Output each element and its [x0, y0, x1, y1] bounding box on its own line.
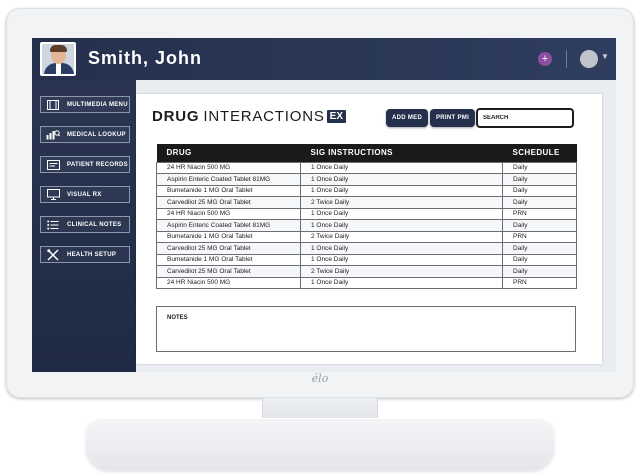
notes-label: NOTES — [167, 315, 188, 321]
medication-table-grid: DRUG SIG INSTRUCTIONS SCHEDULE 24 HR Nia… — [156, 144, 577, 289]
column-header-schedule[interactable]: SCHEDULE — [502, 144, 577, 162]
table-row[interactable]: Carvedilot 25 MG Oral Tablet 1 Once Daily… — [156, 242, 577, 255]
table-row[interactable]: 24 HR Niacin 500 MG 1 Once Daily PRN — [156, 207, 577, 220]
sidebar-item-label: CLINICAL NOTES — [67, 221, 122, 228]
schedule-cell: PRN — [502, 276, 577, 289]
table-row[interactable]: Aspirin Enteric Coated Tablet 81MG 1 Once… — [156, 219, 577, 232]
sig-cell: 1 Once Daily — [300, 276, 503, 289]
sidebar-item-visual-rx[interactable]: VISUAL RX — [40, 186, 130, 203]
sig-cell: 1 Once Daily — [300, 253, 503, 266]
list-icon — [45, 217, 61, 232]
sidebar-item-clinical-notes[interactable]: CLINICAL NOTES — [40, 216, 130, 233]
schedule-cell: PRN — [502, 230, 577, 243]
avatar[interactable] — [40, 42, 76, 76]
sig-cell: 1 Once Daily — [300, 173, 503, 186]
sidebar: MULTIMEDIA MENU MEDICAL LOOKUP PATIENT R… — [32, 80, 136, 372]
table-row[interactable]: Aspirin Enteric Coated Tablet 81MG 1 Once… — [156, 173, 577, 186]
drug-interactions-panel: DRUG INTERACTIONS EX ADD MED PRINT PMI D… — [136, 94, 602, 364]
table-row[interactable]: Bumetanide 1 MG Oral Tablet 1 Once Daily D… — [156, 253, 577, 266]
drug-cell: 24 HR Niacin 500 MG — [156, 276, 301, 289]
sig-cell: 1 Once Daily — [300, 242, 503, 255]
avatar-shirt — [56, 63, 61, 74]
add-icon[interactable]: + — [538, 52, 552, 66]
table-row[interactable]: Carvedilot 25 MG Oral Tablet 2 Twice Dail… — [156, 265, 577, 278]
table-row[interactable]: Carvedilot 25 MG Oral Tablet 2 Twice Dail… — [156, 196, 577, 209]
schedule-cell: Daily — [502, 173, 577, 186]
column-header-sig-instructions[interactable]: SIG INSTRUCTIONS — [300, 144, 503, 162]
sig-cell: 2 Twice Daily — [300, 196, 503, 209]
table-row[interactable]: Bumetanide 1 MG Oral Tablet 2 Twice Daily… — [156, 230, 577, 243]
sidebar-item-health-setup[interactable]: HEALTH SETUP — [40, 246, 130, 263]
page-title-bold: DRUG — [152, 108, 200, 125]
add-med-button[interactable]: ADD MED — [386, 109, 429, 127]
sig-cell: 1 Once Daily — [300, 161, 503, 174]
drug-cell: Carvedilot 25 MG Oral Tablet — [156, 265, 301, 278]
monitor-stand-base — [86, 418, 554, 470]
page-title-badge: EX — [326, 110, 346, 123]
drug-cell: Bumetanide 1 MG Oral Tablet — [156, 230, 301, 243]
table-row[interactable]: 24 HR Niacin 500 MG 1 Once Daily Daily — [156, 161, 577, 174]
header-divider — [566, 50, 567, 68]
sidebar-item-label: HEALTH SETUP — [67, 251, 117, 258]
sig-cell: 1 Once Daily — [300, 219, 503, 232]
sidebar-item-patient-records[interactable]: PATIENT RECORDS — [40, 156, 130, 173]
search-input[interactable] — [476, 108, 574, 128]
schedule-cell: Daily — [502, 161, 577, 174]
drug-cell: Aspirin Enteric Coated Tablet 81MG — [156, 219, 301, 232]
table-row[interactable]: Bumetanide 1 MG Oral Tablet 1 Once Daily D… — [156, 184, 577, 197]
table-header-row: DRUG SIG INSTRUCTIONS SCHEDULE — [156, 144, 577, 162]
tools-icon — [45, 247, 61, 262]
table-row[interactable]: 24 HR Niacin 500 MG 1 Once Daily PRN — [156, 276, 577, 289]
drug-cell: 24 HR Niacin 500 MG — [156, 207, 301, 220]
avatar-hair — [50, 45, 67, 52]
schedule-cell: Daily — [502, 242, 577, 255]
sig-cell: 2 Twice Daily — [300, 265, 503, 278]
schedule-cell: Daily — [502, 253, 577, 266]
schedule-cell: Daily — [502, 196, 577, 209]
sig-cell: 2 Twice Daily — [300, 230, 503, 243]
sidebar-item-label: MULTIMEDIA MENU — [67, 101, 128, 108]
monitor-icon — [45, 187, 61, 202]
chevron-down-icon[interactable]: ▼ — [601, 52, 609, 61]
schedule-cell: Daily — [502, 265, 577, 278]
drug-cell: Bumetanide 1 MG Oral Tablet — [156, 253, 301, 266]
video-grid-icon — [45, 97, 61, 112]
page-title: DRUG INTERACTIONS EX — [152, 108, 346, 125]
page-title-light: INTERACTIONS — [203, 108, 325, 125]
sidebar-item-label: MEDICAL LOOKUP — [67, 131, 126, 138]
drug-cell: 24 HR Niacin 500 MG — [156, 161, 301, 174]
user-name: Smith, John — [88, 48, 202, 68]
elo-logo: élo — [311, 372, 329, 385]
screen: Smith, John + ▼ MULTIMEDIA MENU MEDICAL … — [32, 38, 616, 372]
drug-cell: Carvedilot 25 MG Oral Tablet — [156, 242, 301, 255]
profile-menu-icon[interactable] — [580, 50, 598, 68]
medication-table: DRUG SIG INSTRUCTIONS SCHEDULE 24 HR Nia… — [156, 144, 577, 289]
column-header-drug[interactable]: DRUG — [156, 144, 301, 162]
sig-cell: 1 Once Daily — [300, 184, 503, 197]
schedule-cell: PRN — [502, 207, 577, 220]
drug-cell: Bumetanide 1 MG Oral Tablet — [156, 184, 301, 197]
sidebar-item-medical-lookup[interactable]: MEDICAL LOOKUP — [40, 126, 130, 143]
drug-cell: Aspirin Enteric Coated Tablet 81MG — [156, 173, 301, 186]
sig-cell: 1 Once Daily — [300, 207, 503, 220]
sidebar-item-label: VISUAL RX — [67, 191, 102, 198]
folder-records-icon — [45, 157, 61, 172]
schedule-cell: Daily — [502, 219, 577, 232]
app-header: Smith, John + ▼ — [32, 38, 616, 80]
print-pmi-button[interactable]: PRINT PMI — [430, 109, 476, 127]
drug-cell: Carvedilot 25 MG Oral Tablet — [156, 196, 301, 209]
sidebar-item-multimedia-menu[interactable]: MULTIMEDIA MENU — [40, 96, 130, 113]
sidebar-item-label: PATIENT RECORDS — [67, 161, 128, 168]
chart-search-icon — [45, 127, 61, 142]
notes-area[interactable]: NOTES — [156, 306, 576, 352]
schedule-cell: Daily — [502, 184, 577, 197]
